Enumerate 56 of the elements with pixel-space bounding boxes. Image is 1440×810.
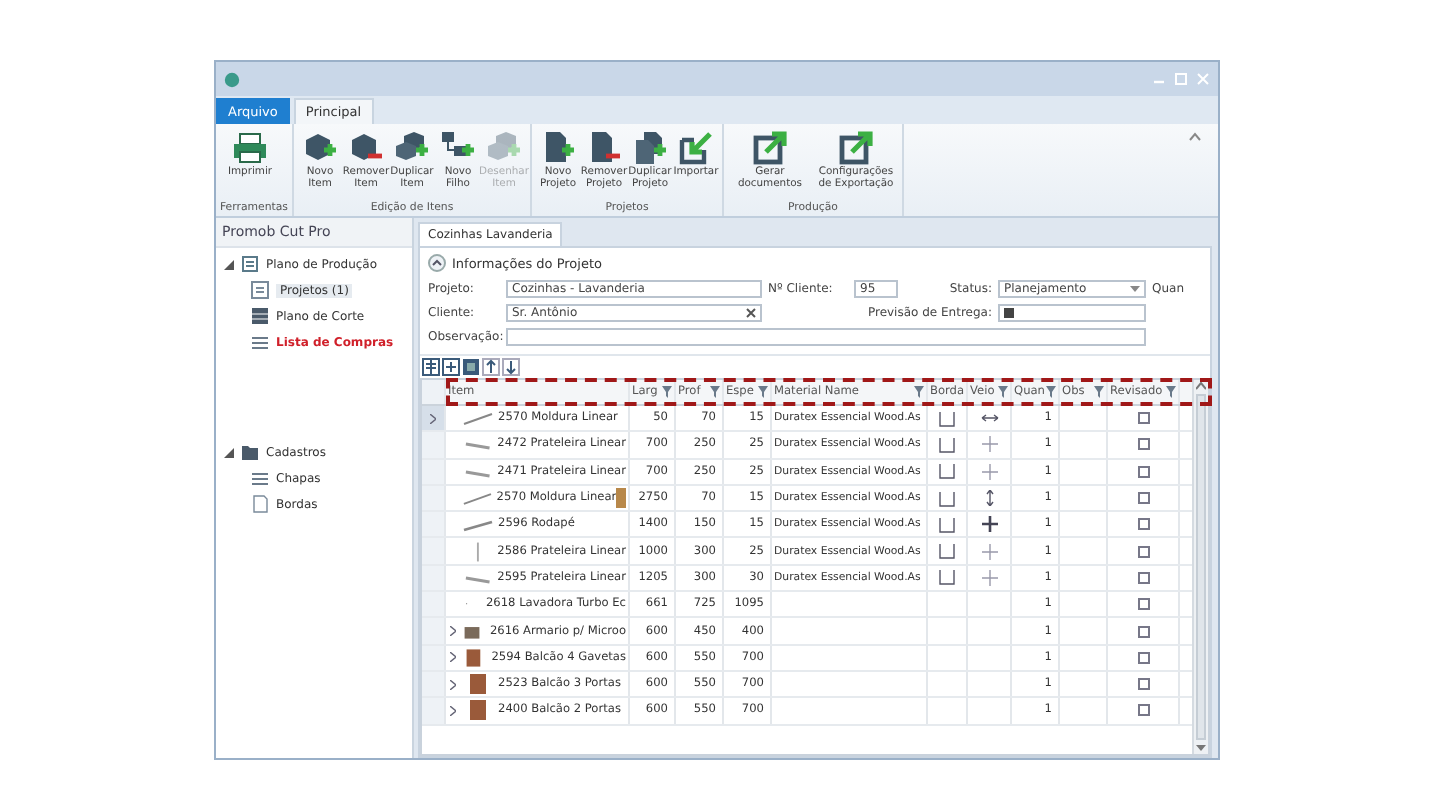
- filter-icon[interactable]: [1046, 386, 1056, 398]
- checkbox[interactable]: [1137, 545, 1149, 558]
- checkbox[interactable]: [1137, 598, 1149, 611]
- checkbox[interactable]: [1137, 651, 1149, 664]
- checkbox[interactable]: [1137, 704, 1149, 717]
- import-arrow-icon: [677, 130, 714, 166]
- vertical-scrollbar[interactable]: [1192, 380, 1208, 754]
- filter-icon[interactable]: [998, 386, 1008, 398]
- dropdown-caret-icon: [1130, 285, 1140, 293]
- checkbox[interactable]: [1137, 438, 1149, 451]
- checkbox[interactable]: [1137, 678, 1149, 691]
- tree-expand-icon[interactable]: [422, 358, 440, 376]
- folder-icon: [240, 442, 260, 462]
- post-icon: [475, 541, 480, 562]
- filter-icon[interactable]: [1094, 386, 1104, 398]
- filter-icon[interactable]: [662, 386, 672, 398]
- minus-icon[interactable]: [462, 358, 480, 376]
- up-arrow-icon[interactable]: [482, 358, 500, 376]
- molding-icon: [460, 408, 496, 429]
- molding-icon: [459, 488, 495, 509]
- box-minus-icon: [347, 130, 384, 166]
- lines-icon: [250, 332, 270, 352]
- expand-triangle-icon[interactable]: [224, 259, 234, 269]
- checkbox[interactable]: [1137, 465, 1149, 478]
- plus-icon[interactable]: [442, 358, 460, 376]
- page-icon: [250, 494, 270, 514]
- down-arrow-icon[interactable]: [502, 358, 520, 376]
- scroll-thumb[interactable]: [1196, 394, 1206, 740]
- printer-icon: [232, 130, 268, 166]
- clipboard-icon: [240, 254, 260, 274]
- boxes-plus-icon: [393, 130, 430, 166]
- checkbox[interactable]: [1137, 625, 1149, 638]
- checkbox[interactable]: [1137, 412, 1149, 425]
- collapse-chevron-icon[interactable]: [428, 254, 446, 272]
- grid-icon: [250, 306, 270, 326]
- boxes-plus-icon: [485, 130, 522, 166]
- scroll-up-icon[interactable]: [1196, 382, 1206, 390]
- date-field[interactable]: [998, 304, 1146, 322]
- filter-icon[interactable]: [758, 386, 768, 398]
- box-plus-icon: [301, 130, 338, 166]
- documents-plus-icon: [631, 130, 668, 166]
- checkbox[interactable]: [1137, 571, 1149, 584]
- scroll-down-icon[interactable]: [1196, 744, 1206, 752]
- calendar-icon: [1004, 308, 1014, 318]
- list-icon: [250, 280, 270, 300]
- checkbox[interactable]: [1137, 518, 1149, 531]
- filter-icon[interactable]: [710, 386, 720, 398]
- checkbox[interactable]: [1137, 492, 1149, 505]
- app-logo-icon: [224, 71, 240, 87]
- lines-icon: [250, 468, 270, 488]
- expand-triangle-icon[interactable]: [224, 447, 234, 457]
- filter-icon[interactable]: [914, 386, 924, 398]
- filter-icon[interactable]: [1166, 386, 1176, 398]
- input-field[interactable]: [506, 328, 1146, 346]
- collapse-ribbon-icon[interactable]: [1188, 132, 1202, 142]
- clear-icon: [746, 308, 756, 318]
